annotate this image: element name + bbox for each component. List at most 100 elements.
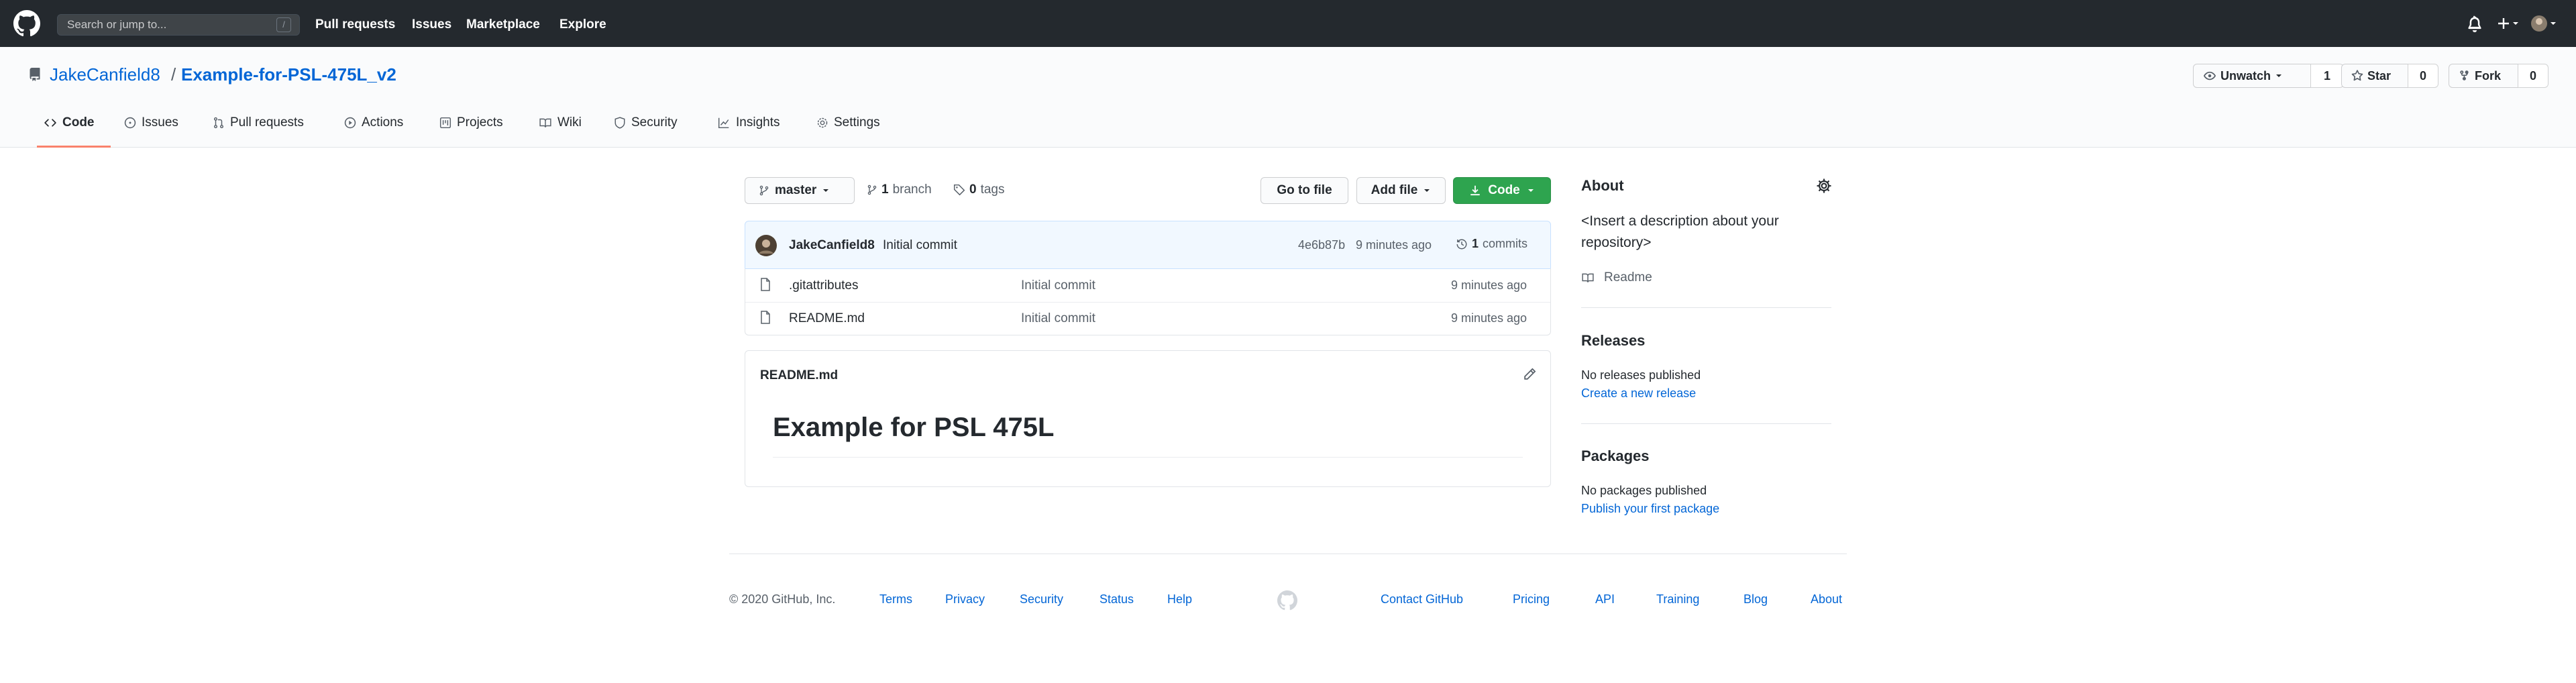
fork-icon xyxy=(2460,70,2469,81)
git-pull-request-icon xyxy=(213,117,224,129)
footer-link-training[interactable]: Training xyxy=(1656,592,1699,607)
go-to-file-label: Go to file xyxy=(1277,183,1332,197)
packages-title[interactable]: Packages xyxy=(1581,448,1650,465)
tag-count: 0 xyxy=(969,182,977,197)
play-icon xyxy=(344,117,356,129)
pencil-icon[interactable] xyxy=(1523,368,1536,381)
footer-link-help[interactable]: Help xyxy=(1167,592,1192,607)
footer-link-terms[interactable]: Terms xyxy=(879,592,912,607)
readme-filename[interactable]: README.md xyxy=(760,368,838,383)
footer-link-about[interactable]: About xyxy=(1811,592,1842,607)
bell-icon[interactable] xyxy=(2466,15,2483,32)
book-icon xyxy=(1582,273,1594,282)
branch-select-button[interactable]: master xyxy=(745,177,855,204)
tab-insights[interactable]: Insights xyxy=(717,115,780,130)
tab-code[interactable]: Code xyxy=(44,115,95,130)
commit-message[interactable]: Initial commit xyxy=(883,238,957,253)
star-label: Star xyxy=(2367,68,2392,83)
commit-count: 1 xyxy=(1472,237,1479,250)
go-to-file-button[interactable]: Go to file xyxy=(1260,177,1348,204)
issue-opened-icon xyxy=(124,117,136,129)
file-commit-message[interactable]: Initial commit xyxy=(1021,278,1095,293)
file-commit-message[interactable]: Initial commit xyxy=(1021,311,1095,326)
footer-link-contact[interactable]: Contact GitHub xyxy=(1381,592,1463,607)
branch-count: 1 xyxy=(881,182,889,197)
tab-projects[interactable]: Projects xyxy=(439,115,503,130)
tab-actions[interactable]: Actions xyxy=(344,115,403,130)
releases-status: No releases published xyxy=(1581,368,1701,382)
tab-issues[interactable]: Issues xyxy=(124,115,178,130)
github-mark-icon[interactable] xyxy=(1277,590,1297,611)
releases-title[interactable]: Releases xyxy=(1581,332,1645,350)
tag-word: tags xyxy=(980,182,1005,197)
footer-link-blog[interactable]: Blog xyxy=(1743,592,1768,607)
repo-header xyxy=(0,47,2576,148)
commits-link[interactable]: 1 commits xyxy=(1456,237,1527,251)
star-button[interactable]: Star xyxy=(2341,64,2408,88)
branch-name: master xyxy=(775,183,817,197)
footer-link-api[interactable]: API xyxy=(1595,592,1615,607)
branch-word: branch xyxy=(892,182,932,197)
commit-author[interactable]: JakeCanfield8 xyxy=(789,238,875,253)
tab-code-label: Code xyxy=(62,115,95,129)
footer-link-pricing[interactable]: Pricing xyxy=(1513,592,1550,607)
sidebar-divider xyxy=(1581,423,1831,424)
repo-icon xyxy=(28,67,42,82)
sidebar-divider xyxy=(1581,307,1831,308)
commit-author-avatar[interactable] xyxy=(755,235,777,256)
tab-actions-label: Actions xyxy=(362,115,404,129)
footer-copyright: © 2020 GitHub, Inc. xyxy=(729,592,836,606)
repo-owner-link[interactable]: JakeCanfield8 xyxy=(50,64,160,85)
tab-security[interactable]: Security xyxy=(614,115,678,130)
add-file-button[interactable]: Add file xyxy=(1356,177,1446,204)
git-branch-icon xyxy=(759,185,769,196)
tag-icon xyxy=(953,184,965,196)
code-icon xyxy=(44,119,56,127)
star-count[interactable]: 0 xyxy=(2408,64,2438,88)
tab-security-label: Security xyxy=(631,115,678,129)
repo-path-separator: / xyxy=(171,64,176,85)
about-description: <Insert a description about your reposit… xyxy=(1581,213,1779,250)
file-commit-time: 9 minutes ago xyxy=(1451,311,1527,325)
project-icon xyxy=(439,117,451,129)
readme-link[interactable]: Readme xyxy=(1581,270,1652,285)
user-avatar-menu[interactable] xyxy=(2530,14,2563,33)
tab-settings-label: Settings xyxy=(834,115,880,129)
fork-count[interactable]: 0 xyxy=(2518,64,2548,88)
nav-explore[interactable]: Explore xyxy=(559,17,606,32)
footer-link-privacy[interactable]: Privacy xyxy=(945,592,985,607)
github-logo-icon[interactable] xyxy=(13,10,40,37)
code-button-label: Code xyxy=(1488,183,1520,197)
nav-marketplace[interactable]: Marketplace xyxy=(466,17,540,32)
file-name-readme[interactable]: README.md xyxy=(789,311,865,326)
search-shortcut-key: / xyxy=(276,17,291,32)
create-new-menu[interactable] xyxy=(2496,15,2522,32)
fork-label: Fork xyxy=(2475,68,2502,83)
active-tab-indicator xyxy=(37,146,111,148)
create-release-link[interactable]: Create a new release xyxy=(1581,386,1696,401)
tab-pull-requests[interactable]: Pull requests xyxy=(213,115,304,130)
footer-link-status[interactable]: Status xyxy=(1099,592,1134,607)
file-name-gitattributes[interactable]: .gitattributes xyxy=(789,278,859,293)
tags-link[interactable]: 0 tags xyxy=(953,182,1005,197)
unwatch-button[interactable]: Unwatch xyxy=(2193,64,2311,88)
nav-pull-requests[interactable]: Pull requests xyxy=(315,17,395,32)
gear-icon[interactable] xyxy=(1816,178,1832,194)
repo-name-link[interactable]: Example-for-PSL-475L_v2 xyxy=(181,64,396,85)
footer-link-security[interactable]: Security xyxy=(1020,592,1063,607)
tab-settings[interactable]: Settings xyxy=(816,115,880,130)
history-icon xyxy=(1456,239,1467,249)
code-download-button[interactable]: Code xyxy=(1453,177,1551,204)
branches-link[interactable]: 1 branch xyxy=(867,182,932,197)
packages-status: No packages published xyxy=(1581,484,1707,497)
commit-sha[interactable]: 4e6b87b xyxy=(1298,238,1345,252)
watch-count[interactable]: 1 xyxy=(2310,64,2344,88)
add-file-label: Add file xyxy=(1371,183,1418,197)
download-icon xyxy=(1470,185,1480,196)
fork-button[interactable]: Fork xyxy=(2449,64,2518,88)
unwatch-label: Unwatch xyxy=(2220,68,2271,83)
nav-issues[interactable]: Issues xyxy=(412,17,451,32)
publish-package-link[interactable]: Publish your first package xyxy=(1581,502,1719,516)
tab-wiki[interactable]: Wiki xyxy=(539,115,582,130)
readme-heading-divider xyxy=(773,457,1523,458)
